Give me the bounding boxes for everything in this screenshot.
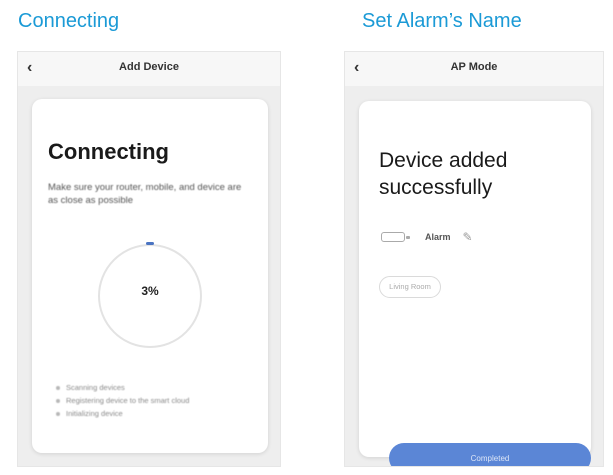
room-chip[interactable]: Living Room (379, 276, 441, 298)
device-added-card: Device added successfully Alarm ✎ Living… (359, 101, 591, 466)
connecting-card: Connecting Make sure your router, mobile… (32, 99, 268, 453)
pencil-icon[interactable]: ✎ (463, 230, 473, 244)
screen-title: AP Mode (450, 61, 498, 73)
progress-indicator (146, 242, 154, 245)
top-bar: ‹ Add Device (18, 52, 280, 86)
screen-title: Add Device (119, 61, 179, 73)
step-item: Scanning devices (56, 381, 266, 394)
device-name: Alarm (425, 232, 451, 242)
set-alarm-name-caption: Set Alarm’s Name (362, 10, 522, 32)
success-heading: Device added successfully (379, 147, 507, 201)
connecting-caption: Connecting (18, 10, 120, 32)
success-heading-line2: successfully (379, 176, 493, 199)
success-heading-line1: Device added (379, 149, 508, 172)
step-item: Initializing device (56, 407, 266, 420)
device-added-screen: ‹ AP Mode Device added successfully Alar… (344, 51, 604, 467)
connecting-screen: ‹ Add Device Connecting Make sure your r… (17, 51, 281, 467)
step-item: Registering device to the smart cloud (56, 394, 266, 407)
progress-percent: 3% (141, 284, 159, 298)
device-row[interactable]: Alarm ✎ (381, 228, 473, 246)
alarm-device-icon (381, 232, 410, 242)
page-title: Connecting (48, 139, 169, 164)
connecting-hint: Make sure your router, mobile, and devic… (48, 182, 242, 206)
connection-steps: Scanning devices Registering device to t… (56, 381, 266, 420)
completed-button[interactable]: Completed (389, 443, 591, 466)
top-bar: ‹ AP Mode (345, 52, 603, 86)
